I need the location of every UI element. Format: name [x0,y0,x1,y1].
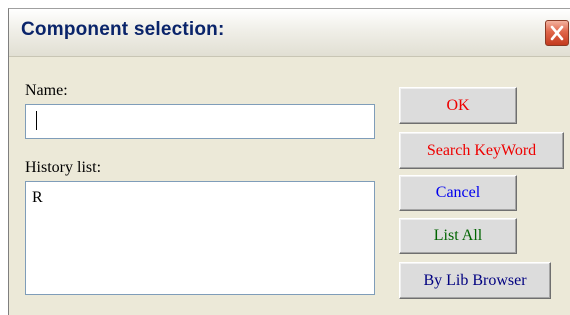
list-item[interactable]: R [32,189,43,207]
component-selection-dialog: Component selection: Name: History list:… [8,8,570,315]
cancel-button[interactable]: Cancel [399,175,517,211]
by-lib-browser-button[interactable]: By Lib Browser [399,262,551,299]
close-icon [550,25,564,41]
history-list-label: History list: [25,159,102,176]
name-label: Name: [25,82,68,99]
history-list[interactable]: R [25,181,375,295]
title-bar[interactable]: Component selection: [9,9,570,57]
ok-button-label: OK [446,96,470,114]
by-lib-browser-button-label: By Lib Browser [423,271,527,289]
close-button[interactable] [545,20,569,46]
window-title: Component selection: [21,19,225,40]
search-keyword-button[interactable]: Search KeyWord [399,132,564,169]
name-input[interactable] [25,104,375,139]
list-all-button-label: List All [433,227,483,244]
ok-button[interactable]: OK [399,87,517,124]
cancel-button-label: Cancel [435,184,481,201]
search-keyword-button-label: Search KeyWord [426,141,537,159]
text-caret [36,111,37,130]
list-all-button[interactable]: List All [399,218,517,254]
